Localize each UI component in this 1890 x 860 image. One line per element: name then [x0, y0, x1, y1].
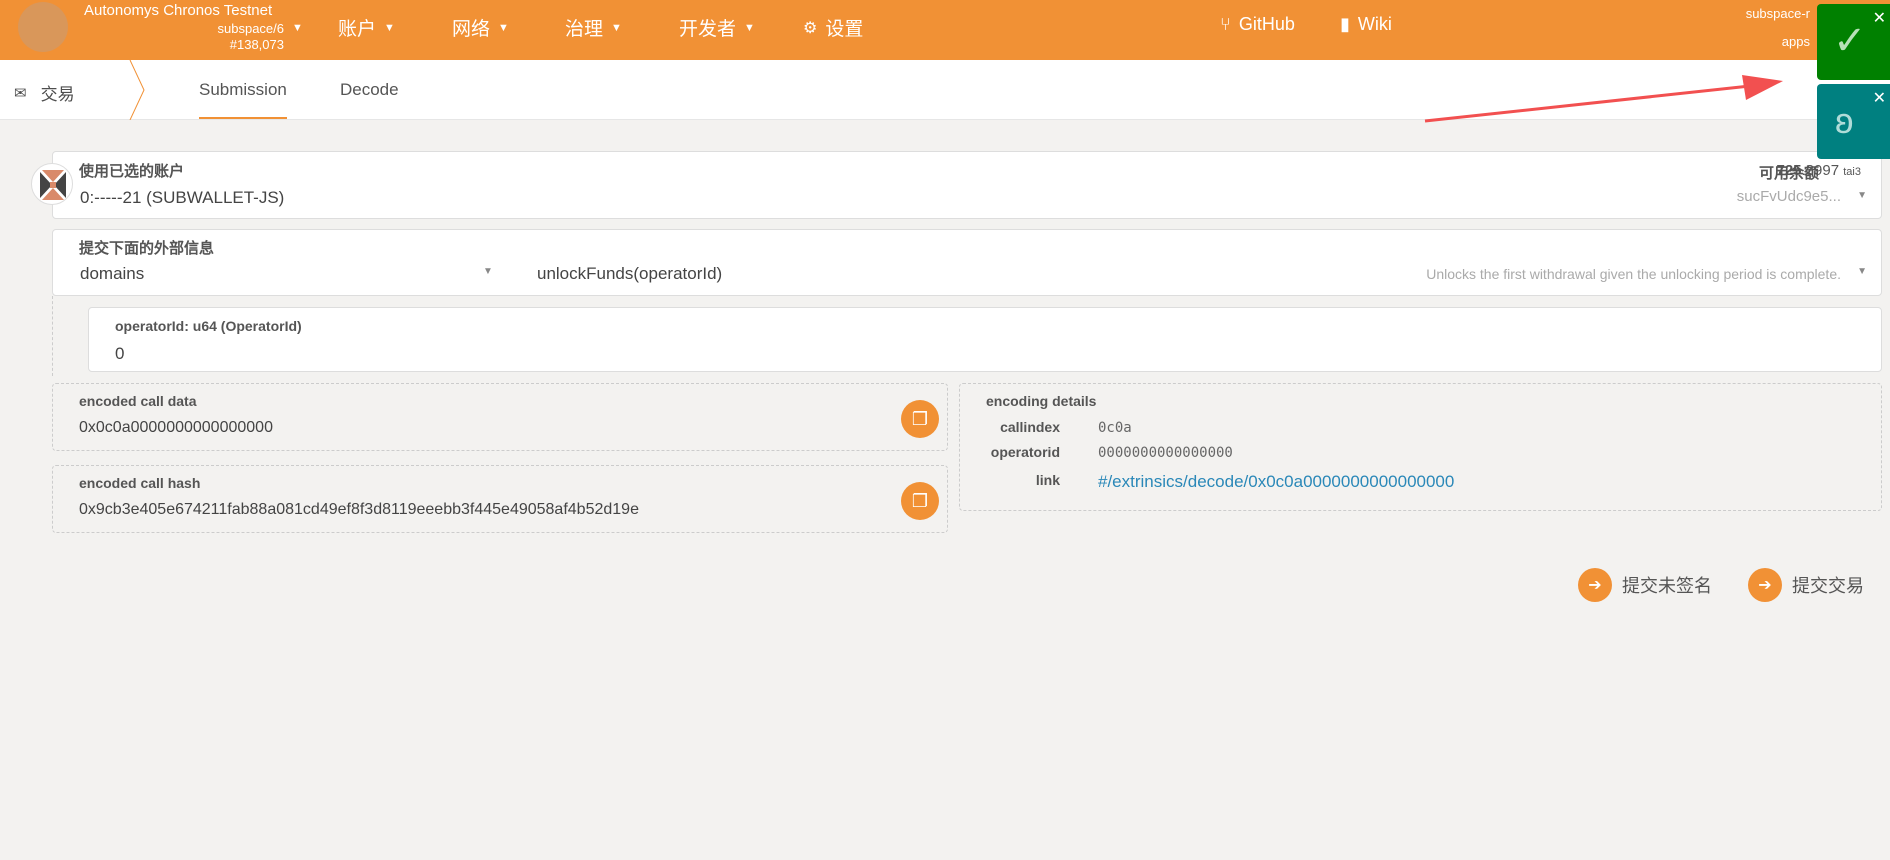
- param-label: operatorId: u64 (OperatorId): [115, 318, 302, 334]
- extension-check-widget[interactable]: ✓ ✕: [1817, 4, 1890, 80]
- pallet-dropdown[interactable]: domains ▼: [53, 258, 493, 294]
- encoded-call-hash: encoded call hash 0x9cb3e405e674211fab88…: [52, 465, 948, 533]
- params-container: [52, 296, 53, 376]
- call-data-value: 0x0c0a0000000000000000: [79, 419, 273, 436]
- accessibility-hearing-widget[interactable]: ʚ ✕: [1817, 84, 1890, 159]
- check-icon: ✓: [1833, 19, 1867, 63]
- pallet-value: domains: [80, 264, 145, 283]
- submit-transaction-button[interactable]: ➔ 提交交易: [1748, 568, 1864, 602]
- sign-in-icon: ➔: [1748, 568, 1782, 602]
- button-label: 提交交易: [1792, 576, 1864, 596]
- call-hash-label: encoded call hash: [79, 475, 201, 491]
- balance-int: 725: [1776, 162, 1802, 179]
- operatorid-value: 0000000000000000: [1098, 445, 1233, 461]
- ear-icon: ʚ: [1835, 100, 1854, 141]
- encoded-call-data: encoded call data 0x0c0a0000000000000000…: [52, 383, 948, 451]
- close-icon[interactable]: ✕: [1873, 88, 1886, 108]
- balance-value: 725.3997 tai3: [1777, 162, 1862, 179]
- account-identicon: [31, 163, 73, 205]
- button-label: 提交未签名: [1622, 576, 1712, 596]
- method-description: Unlocks the first withdrawal given the u…: [1426, 266, 1841, 282]
- account-label: 使用已选的账户: [79, 163, 185, 180]
- encoding-details: encoding details callindex 0c0a operator…: [959, 383, 1882, 511]
- callindex-label: callindex: [1000, 419, 1060, 435]
- balance-decimal: .3997: [1801, 162, 1840, 179]
- copy-call-hash-button[interactable]: ❐: [901, 482, 939, 520]
- decode-link[interactable]: #/extrinsics/decode/0x0c0a00000000000000…: [1098, 472, 1454, 492]
- balance-unit: tai3: [1843, 166, 1861, 178]
- operator-id-input[interactable]: operatorId: u64 (OperatorId) 0: [88, 307, 1882, 372]
- caret-down-icon: ▼: [1857, 266, 1867, 277]
- copy-call-data-button[interactable]: ❐: [901, 400, 939, 438]
- account-value: 0:-----21 (SUBWALLET-JS): [80, 188, 285, 207]
- method-value: unlockFunds(operatorId): [537, 264, 723, 283]
- link-label: link: [1035, 472, 1060, 488]
- method-dropdown[interactable]: unlockFunds(operatorId) Unlocks the firs…: [533, 258, 1881, 294]
- copy-icon: ❐: [911, 408, 929, 429]
- caret-down-icon: ▼: [483, 266, 493, 277]
- account-selector[interactable]: 使用已选的账户 0:-----21 (SUBWALLET-JS) 可用余额 72…: [52, 151, 1882, 219]
- account-address: sucFvUdc9e5...: [1736, 188, 1841, 205]
- sign-in-icon: ➔: [1578, 568, 1612, 602]
- caret-down-icon[interactable]: ▼: [1857, 190, 1867, 201]
- param-value: 0: [115, 344, 125, 363]
- submit-unsigned-button[interactable]: ➔ 提交未签名: [1578, 568, 1712, 602]
- close-icon[interactable]: ✕: [1873, 8, 1886, 28]
- copy-icon: ❐: [911, 490, 929, 511]
- extrinsic-selector: 提交下面的外部信息 domains ▼ unlockFunds(operator…: [52, 229, 1882, 296]
- call-hash-value: 0x9cb3e405e674211fab88a081cd49ef8f3d8119…: [79, 501, 639, 518]
- callindex-value: 0c0a: [1098, 420, 1132, 436]
- operatorid-label: operatorid: [990, 444, 1060, 460]
- call-data-label: encoded call data: [79, 393, 197, 409]
- encoding-label: encoding details: [986, 393, 1097, 409]
- extrinsic-label: 提交下面的外部信息: [79, 240, 215, 257]
